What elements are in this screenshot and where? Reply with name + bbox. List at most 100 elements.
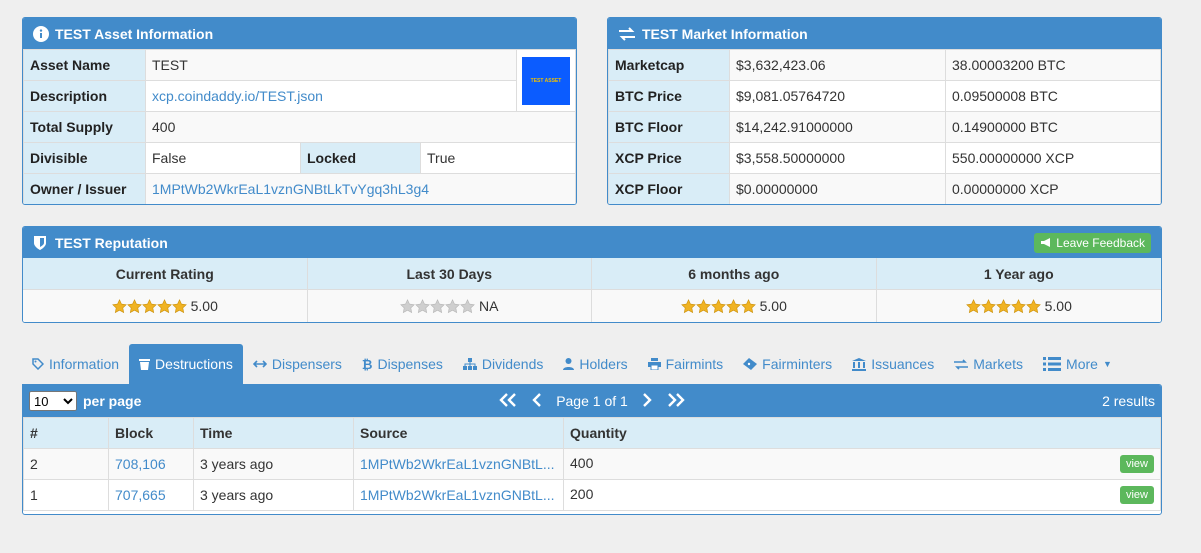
exchange-icon [618, 26, 636, 41]
shield-icon [33, 235, 47, 251]
tab-dividends[interactable]: Dividends [453, 344, 553, 384]
col-header-block: Block [108, 417, 194, 449]
tab-label: Holders [579, 356, 628, 372]
tab-dispenses[interactable]: ₿ Dispenses [352, 344, 453, 384]
tab-issuances[interactable]: Issuances [842, 344, 944, 384]
bank-icon [852, 357, 867, 371]
tab-holders[interactable]: Holders [553, 344, 637, 384]
exchange-icon [954, 358, 969, 370]
tab-fairminters[interactable]: Fairminters [733, 344, 842, 384]
locked-label: Locked [300, 142, 421, 174]
star-filled-icon [995, 298, 1011, 313]
star-rating [680, 298, 756, 314]
star-filled-icon [156, 298, 172, 313]
row-num: 2 [23, 448, 109, 480]
star-filled-icon [171, 298, 187, 313]
star-filled-icon [695, 298, 711, 313]
locked-value: True [420, 142, 576, 174]
star-rating [111, 298, 187, 314]
tab-fairmints[interactable]: Fairmints [638, 344, 734, 384]
tab-label: Markets [973, 356, 1024, 372]
row-quantity: 200 [570, 486, 594, 502]
rating-header-1year: 1 Year ago [876, 258, 1161, 290]
tab-destructions[interactable]: Destructions [129, 344, 243, 384]
source-link[interactable]: 1MPtWb2WkrEaL1vznGNBtL... [360, 456, 555, 472]
tab-markets[interactable]: Markets [944, 344, 1033, 384]
xcp-price-label: XCP Price [608, 142, 730, 174]
destructions-panel: 10 per page Page 1 of 1 2 results # Bloc… [22, 384, 1162, 515]
xcp-price-xcp: 550.00000000 XCP [945, 142, 1161, 174]
market-panel-title: TEST Market Information [642, 25, 808, 42]
info-circle-icon [33, 25, 49, 42]
xcp-price-usd: $3,558.50000000 [729, 142, 946, 174]
asset-panel-header: TEST Asset Information [23, 18, 576, 49]
row-num: 1 [23, 479, 109, 511]
btc-price-label: BTC Price [608, 80, 730, 112]
view-button[interactable]: view [1119, 455, 1154, 473]
btc-price-btc: 0.09500008 BTC [945, 80, 1161, 112]
btc-price-usd: $9,081.05764720 [729, 80, 946, 112]
reputation-panel-header: TEST Reputation Leave Feedback [23, 227, 1161, 258]
description-link[interactable]: xcp.coindaddy.io/TEST.json [152, 88, 323, 104]
tab-label: Information [49, 356, 120, 372]
block-link[interactable]: 708,106 [115, 456, 166, 472]
star-filled-icon [126, 298, 142, 313]
star-filled-icon [740, 298, 756, 313]
star-filled-icon [141, 298, 157, 313]
star-filled-icon [725, 298, 741, 313]
star-filled-icon [1025, 298, 1041, 313]
user-icon [563, 358, 575, 370]
next-page-icon[interactable] [642, 392, 652, 410]
row-time: 3 years ago [193, 448, 354, 480]
divisible-value: False [145, 142, 301, 174]
view-button[interactable]: view [1119, 486, 1154, 504]
star-filled-icon [980, 298, 996, 313]
bitcoin-icon: ₿ [361, 356, 373, 372]
xcp-floor-label: XCP Floor [608, 173, 730, 204]
rating-header-30days: Last 30 Days [307, 258, 592, 290]
tab-label: Dispenses [377, 356, 443, 372]
destructions-toolbar: 10 per page Page 1 of 1 2 results [23, 385, 1161, 417]
description-label: Description [23, 80, 146, 112]
rating-number: 5.00 [1044, 298, 1072, 314]
table-row: 2 708,106 3 years ago 1MPtWb2WkrEaL1vznG… [23, 448, 1161, 480]
ticket-icon [743, 358, 758, 370]
star-filled-icon [111, 298, 127, 313]
table-row: 1 707,665 3 years ago 1MPtWb2WkrEaL1vznG… [23, 479, 1161, 511]
star-empty-icon [430, 298, 445, 313]
asset-table: Asset Name TEST TEST ASSET Description x… [23, 49, 576, 204]
col-header-source: Source [353, 417, 564, 449]
last-page-icon[interactable] [666, 392, 686, 410]
block-link[interactable]: 707,665 [115, 487, 166, 503]
source-link[interactable]: 1MPtWb2WkrEaL1vznGNBtL... [360, 487, 555, 503]
tab-more[interactable]: More ▼ [1033, 344, 1122, 384]
reputation-panel: TEST Reputation Leave Feedback Current R… [22, 226, 1162, 323]
owner-link[interactable]: 1MPtWb2WkrEaL1vznGNBtLkTvYgq3hL3g4 [152, 181, 429, 197]
asset-logo-text: TEST ASSET [530, 77, 562, 84]
btc-floor-usd: $14,242.91000000 [729, 111, 946, 143]
leave-feedback-button[interactable]: Leave Feedback [1034, 232, 1151, 253]
first-page-icon[interactable] [498, 392, 518, 410]
results-count: 2 results [1102, 393, 1155, 409]
rating-number: NA [479, 298, 499, 314]
rating-number: 5.00 [759, 298, 787, 314]
tab-information[interactable]: Information [22, 344, 129, 384]
asset-name-label: Asset Name [23, 49, 146, 81]
marketcap-btc: 38.00003200 BTC [945, 49, 1161, 81]
row-time: 3 years ago [193, 479, 354, 511]
marketcap-label: Marketcap [608, 49, 730, 81]
tab-dispensers[interactable]: Dispensers [243, 344, 352, 384]
destructions-table: # Block Time Source Quantity 2 708,106 3… [23, 417, 1161, 511]
btc-floor-label: BTC Floor [608, 111, 730, 143]
star-empty-icon [460, 298, 475, 313]
trash-icon [139, 359, 151, 370]
star-filled-icon [965, 298, 981, 313]
rating-value-1year: 5.00 [876, 290, 1161, 322]
tab-label: More [1066, 356, 1098, 372]
market-table: Marketcap $3,632,423.06 38.00003200 BTC … [608, 49, 1161, 204]
xcp-floor-usd: $0.00000000 [729, 173, 946, 204]
asset-logo: TEST ASSET [516, 49, 576, 112]
star-rating [965, 298, 1041, 314]
star-empty-icon [445, 298, 460, 313]
prev-page-icon[interactable] [532, 392, 542, 410]
